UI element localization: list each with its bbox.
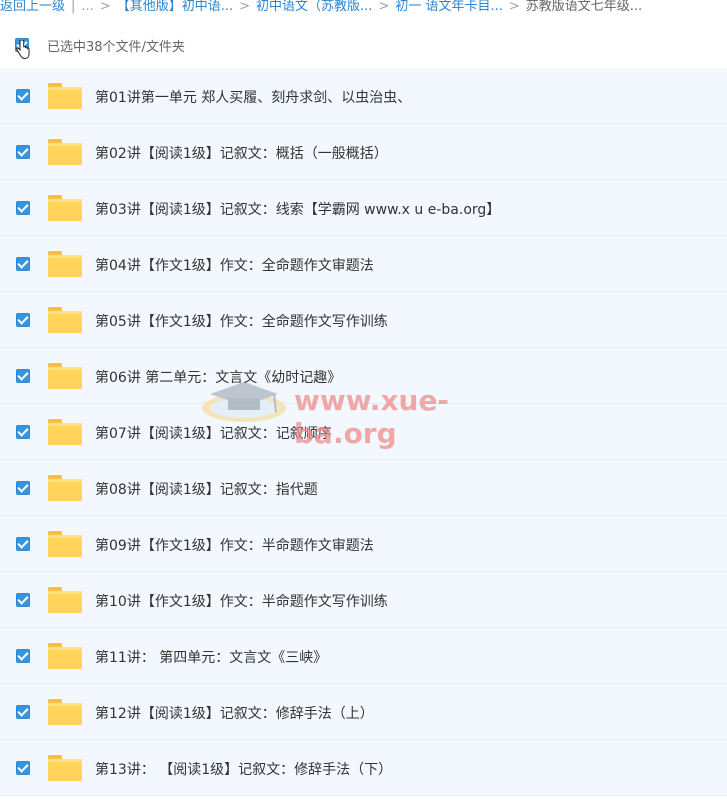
row-checkbox[interactable] [16,425,30,439]
breadcrumb-separator: | [71,0,76,14]
breadcrumb-ellipsis[interactable]: ... [81,0,93,14]
folder-icon [48,587,82,613]
file-row[interactable]: 第09讲【作文1级】作文：半命题作文审题法 [0,516,727,572]
file-name[interactable]: 第07讲【阅读1级】记叙文：记叙顺序 [95,423,332,443]
row-checkbox[interactable] [16,201,30,215]
breadcrumb-separator: > [378,0,390,14]
breadcrumb-separator: > [99,0,111,14]
row-checkbox[interactable] [16,705,30,719]
row-checkbox[interactable] [16,145,30,159]
folder-icon [48,699,82,725]
file-name[interactable]: 第05讲【作文1级】作文：全命题作文写作训练 [95,311,388,331]
folder-icon [48,83,82,109]
hand-cursor-icon [16,40,30,60]
breadcrumb-item[interactable]: 初中语文（苏教版... [256,0,372,14]
file-name[interactable]: 第10讲【作文1级】作文：半命题作文写作训练 [95,591,388,611]
selection-bar: 已选中38个文件/文件夹 [0,26,727,66]
folder-icon [48,475,82,501]
file-name[interactable]: 第12讲【阅读1级】记叙文：修辞手法（上） [95,703,374,723]
folder-icon [48,363,82,389]
folder-icon [48,419,82,445]
file-name[interactable]: 第08讲【阅读1级】记叙文：指代题 [95,479,318,499]
file-row[interactable]: 第07讲【阅读1级】记叙文：记叙顺序 [0,404,727,460]
file-name[interactable]: 第01讲第一单元 郑人买履、刻舟求剑、以虫治虫、 [95,87,411,107]
file-row[interactable]: 第05讲【作文1级】作文：全命题作文写作训练 [0,292,727,348]
file-row[interactable]: 第08讲【阅读1级】记叙文：指代题 [0,460,727,516]
breadcrumb-item[interactable]: 【其他版】初中语... [117,0,233,14]
folder-icon [48,643,82,669]
file-list: 第01讲第一单元 郑人买履、刻舟求剑、以虫治虫、 第02讲【阅读1级】记叙文：概… [0,68,727,796]
file-name[interactable]: 第02讲【阅读1级】记叙文：概括（一般概括） [95,143,388,163]
back-link[interactable]: 返回上一级 [0,0,65,14]
file-row[interactable]: 第10讲【作文1级】作文：半命题作文写作训练 [0,572,727,628]
file-row[interactable]: 第12讲【阅读1级】记叙文：修辞手法（上） [0,684,727,740]
folder-icon [48,195,82,221]
folder-icon [48,755,82,781]
folder-icon [48,531,82,557]
file-row[interactable]: 第03讲【阅读1级】记叙文：线索【学霸网 www.x u e-ba.org】 [0,180,727,236]
file-name[interactable]: 第04讲【作文1级】作文：全命题作文审题法 [95,255,374,275]
row-checkbox[interactable] [16,369,30,383]
file-row[interactable]: 第11讲： 第四单元：文言文《三峡》 [0,628,727,684]
file-name[interactable]: 第03讲【阅读1级】记叙文：线索【学霸网 www.x u e-ba.org】 [95,199,500,219]
file-row[interactable]: 第13讲： 【阅读1级】记叙文：修辞手法（下） [0,740,727,796]
row-checkbox[interactable] [16,761,30,775]
folder-icon [48,307,82,333]
selection-count: 已选中38个文件/文件夹 [47,40,185,55]
folder-icon [48,251,82,277]
row-checkbox[interactable] [16,649,30,663]
row-checkbox[interactable] [16,537,30,551]
file-row[interactable]: 第02讲【阅读1级】记叙文：概括（一般概括） [0,124,727,180]
file-name[interactable]: 第11讲： 第四单元：文言文《三峡》 [95,647,327,667]
row-checkbox[interactable] [16,257,30,271]
row-checkbox[interactable] [16,481,30,495]
file-row[interactable]: 第04讲【作文1级】作文：全命题作文审题法 [0,236,727,292]
file-row[interactable]: 第01讲第一单元 郑人买履、刻舟求剑、以虫治虫、 [0,68,727,124]
row-checkbox[interactable] [16,313,30,327]
row-checkbox[interactable] [16,89,30,103]
breadcrumb-separator: > [239,0,251,14]
file-name[interactable]: 第06讲 第二单元：文言文《幼时记趣》 [95,367,341,387]
breadcrumb-item[interactable]: 初一 语文年卡目... [395,0,503,14]
row-checkbox[interactable] [16,593,30,607]
breadcrumb-current: 苏教版语文七年级... [525,0,643,14]
folder-icon [48,139,82,165]
breadcrumb: 返回上一级 |... > 【其他版】初中语... > 初中语文（苏教版... > 初一 语文年… [0,0,727,18]
file-row[interactable]: 第06讲 第二单元：文言文《幼时记趣》 [0,348,727,404]
file-name[interactable]: 第09讲【作文1级】作文：半命题作文审题法 [95,535,374,555]
breadcrumb-separator: > [508,0,520,14]
file-name[interactable]: 第13讲： 【阅读1级】记叙文：修辞手法（下） [95,759,392,779]
